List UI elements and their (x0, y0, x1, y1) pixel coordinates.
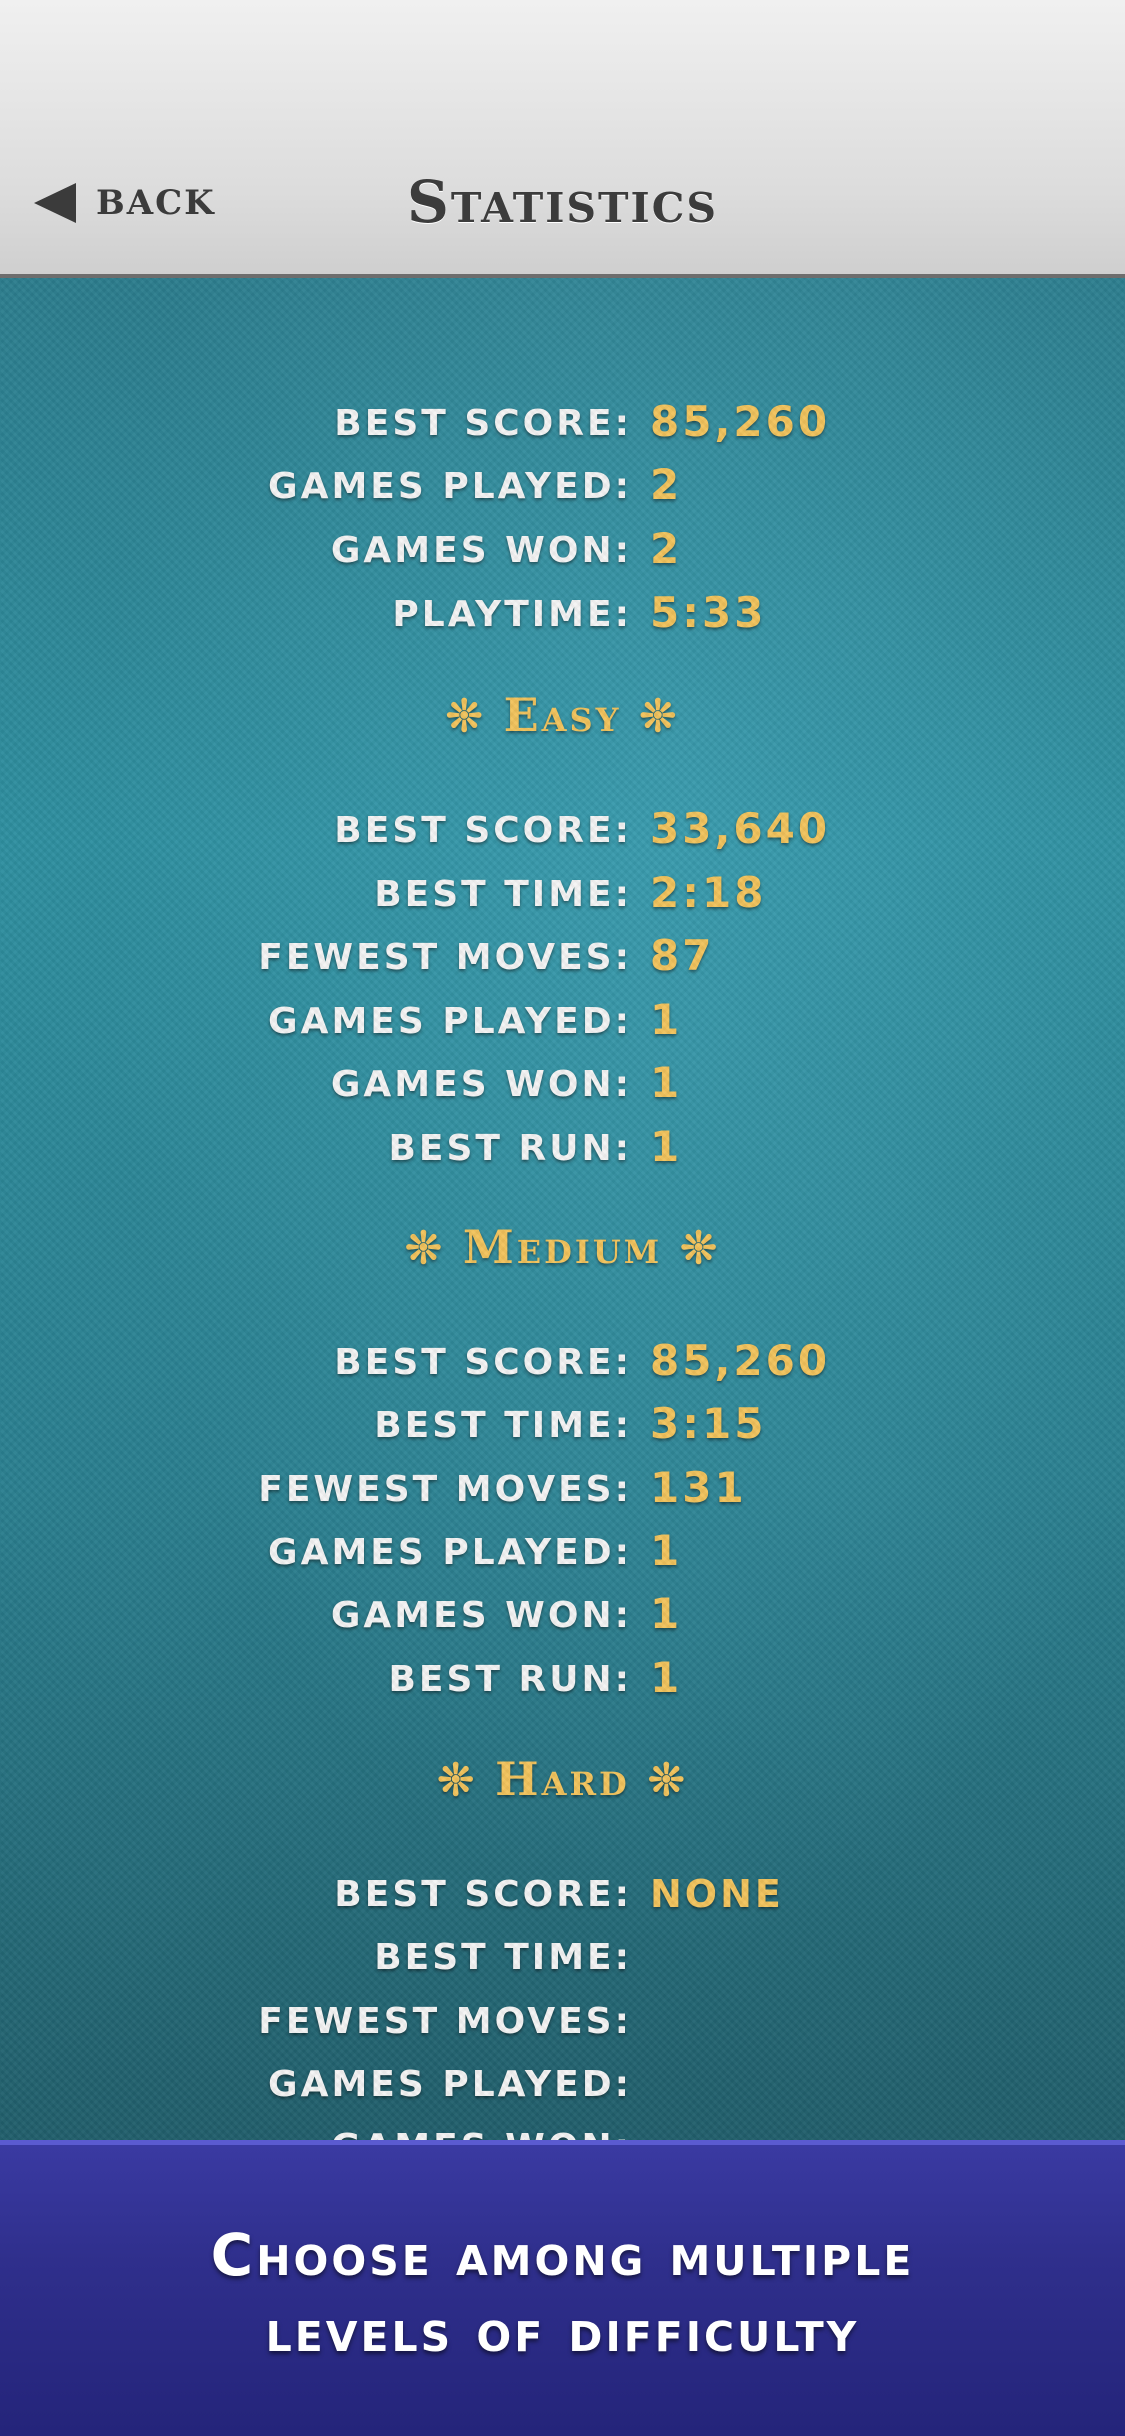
stat-row-best-run: BEST RUN: 1 (0, 1122, 1125, 1178)
stat-label: FEWEST MOVES: (258, 2001, 632, 2042)
stat-label: BEST SCORE: (334, 1342, 632, 1383)
stat-label: BEST RUN: (388, 1659, 632, 1700)
stat-row-fewest-moves: FEWEST MOVES: 87 (0, 931, 1125, 987)
stat-label: BEST SCORE: (334, 403, 632, 444)
stat-row-fewest-moves: FEWEST MOVES: 131 (0, 1463, 1125, 1519)
stat-row-games-won: GAMES WON: 1 (0, 1589, 1125, 1645)
promo-caption: Choose among multiple levels of difficul… (0, 2217, 1125, 2369)
stat-value: 5:33 (650, 588, 767, 637)
stat-row-games-played: GAMES PLAYED: 2 (0, 460, 1125, 516)
stats-panel[interactable]: BEST SCORE: 85,260 GAMES PLAYED: 2 GAMES… (0, 278, 1125, 2144)
stat-row-best-time: BEST TIME: 3:15 (0, 1399, 1125, 1455)
section-title-medium: ❊ Medium ❊ (0, 1220, 1125, 1274)
promo-caption-line: Choose among multiple (210, 2221, 915, 2289)
stat-row-playtime: PLAYTIME: 5:33 (0, 588, 1125, 644)
stat-value: NONE (650, 1872, 784, 1916)
stat-row-best-time: BEST TIME: 2:18 (0, 868, 1125, 924)
stat-value: 2 (650, 460, 683, 509)
stat-value: 1 (650, 1058, 683, 1107)
stat-value: 33,640 (650, 804, 831, 853)
stat-label: GAMES PLAYED: (268, 1001, 632, 1042)
back-button-label: BACK (96, 183, 216, 223)
section-title-text: Easy (503, 688, 622, 742)
stat-value: 1 (650, 1526, 683, 1575)
ornament-icon: ❊ (639, 691, 680, 742)
back-arrow-icon (34, 183, 76, 223)
stat-row-fewest-moves: FEWEST MOVES: (0, 2001, 1125, 2051)
section-title-hard: ❊ Hard ❊ (0, 1752, 1125, 1806)
stat-row-best-score: BEST SCORE: 85,260 (0, 397, 1125, 453)
stat-value: 131 (650, 1463, 747, 1512)
stat-label: BEST SCORE: (334, 1874, 632, 1915)
stat-label: GAMES WON: (330, 1595, 632, 1636)
stat-label: PLAYTIME: (392, 594, 632, 635)
stat-label: FEWEST MOVES: (258, 1469, 632, 1510)
stat-label: BEST TIME: (374, 1405, 632, 1446)
stat-value: 2 (650, 524, 683, 573)
back-button[interactable]: BACK (34, 178, 216, 228)
stat-row-best-time: BEST TIME: (0, 1937, 1125, 1987)
ornament-icon: ❊ (437, 1755, 478, 1806)
nav-header: BACK Statistics (0, 0, 1125, 278)
stat-row-games-won: GAMES WON: 1 (0, 1058, 1125, 1114)
stat-label: BEST TIME: (374, 874, 632, 915)
stat-row-games-played: GAMES PLAYED: 1 (0, 1526, 1125, 1582)
stat-label: FEWEST MOVES: (258, 937, 632, 978)
ornament-icon: ❊ (404, 1223, 445, 1274)
stat-row-best-score: BEST SCORE: NONE (0, 1872, 1125, 1924)
section-title-text: Medium (462, 1220, 663, 1274)
stat-row-games-played: GAMES PLAYED: (0, 2064, 1125, 2114)
stat-label: BEST RUN: (388, 1128, 632, 1169)
page-title: Statistics (407, 168, 718, 236)
stat-row-best-score: BEST SCORE: 85,260 (0, 1336, 1125, 1392)
stat-value: 3:15 (650, 1399, 767, 1448)
stat-value: 1 (650, 1589, 683, 1638)
ornament-icon: ❊ (647, 1755, 688, 1806)
ornament-icon: ❊ (680, 1223, 721, 1274)
stat-value: 2:18 (650, 868, 767, 917)
stat-label: GAMES WON: (330, 1064, 632, 1105)
stat-row-games-won: GAMES WON: 2 (0, 524, 1125, 580)
stat-value: 1 (650, 1653, 683, 1702)
promo-caption-line: levels of difficulty (265, 2297, 860, 2365)
stat-value: 85,260 (650, 1336, 831, 1385)
stat-label: GAMES PLAYED: (268, 466, 632, 507)
stat-row-best-score: BEST SCORE: 33,640 (0, 804, 1125, 860)
section-title-easy: ❊ Easy ❊ (0, 688, 1125, 742)
stat-value: 85,260 (650, 397, 831, 446)
stat-row-best-run: BEST RUN: 1 (0, 1653, 1125, 1709)
stat-label: GAMES PLAYED: (268, 2064, 632, 2105)
ornament-icon: ❊ (445, 691, 486, 742)
stat-label: BEST TIME: (374, 1937, 632, 1978)
stat-row-games-played: GAMES PLAYED: 1 (0, 995, 1125, 1051)
promo-banner: Choose among multiple levels of difficul… (0, 2140, 1125, 2436)
stat-label: BEST SCORE: (334, 810, 632, 851)
stat-label: GAMES WON: (330, 530, 632, 571)
stat-value: 87 (650, 931, 715, 980)
stat-value: 1 (650, 995, 683, 1044)
stat-label: GAMES PLAYED: (268, 1532, 632, 1573)
stat-value: 1 (650, 1122, 683, 1171)
section-title-text: Hard (495, 1752, 630, 1806)
